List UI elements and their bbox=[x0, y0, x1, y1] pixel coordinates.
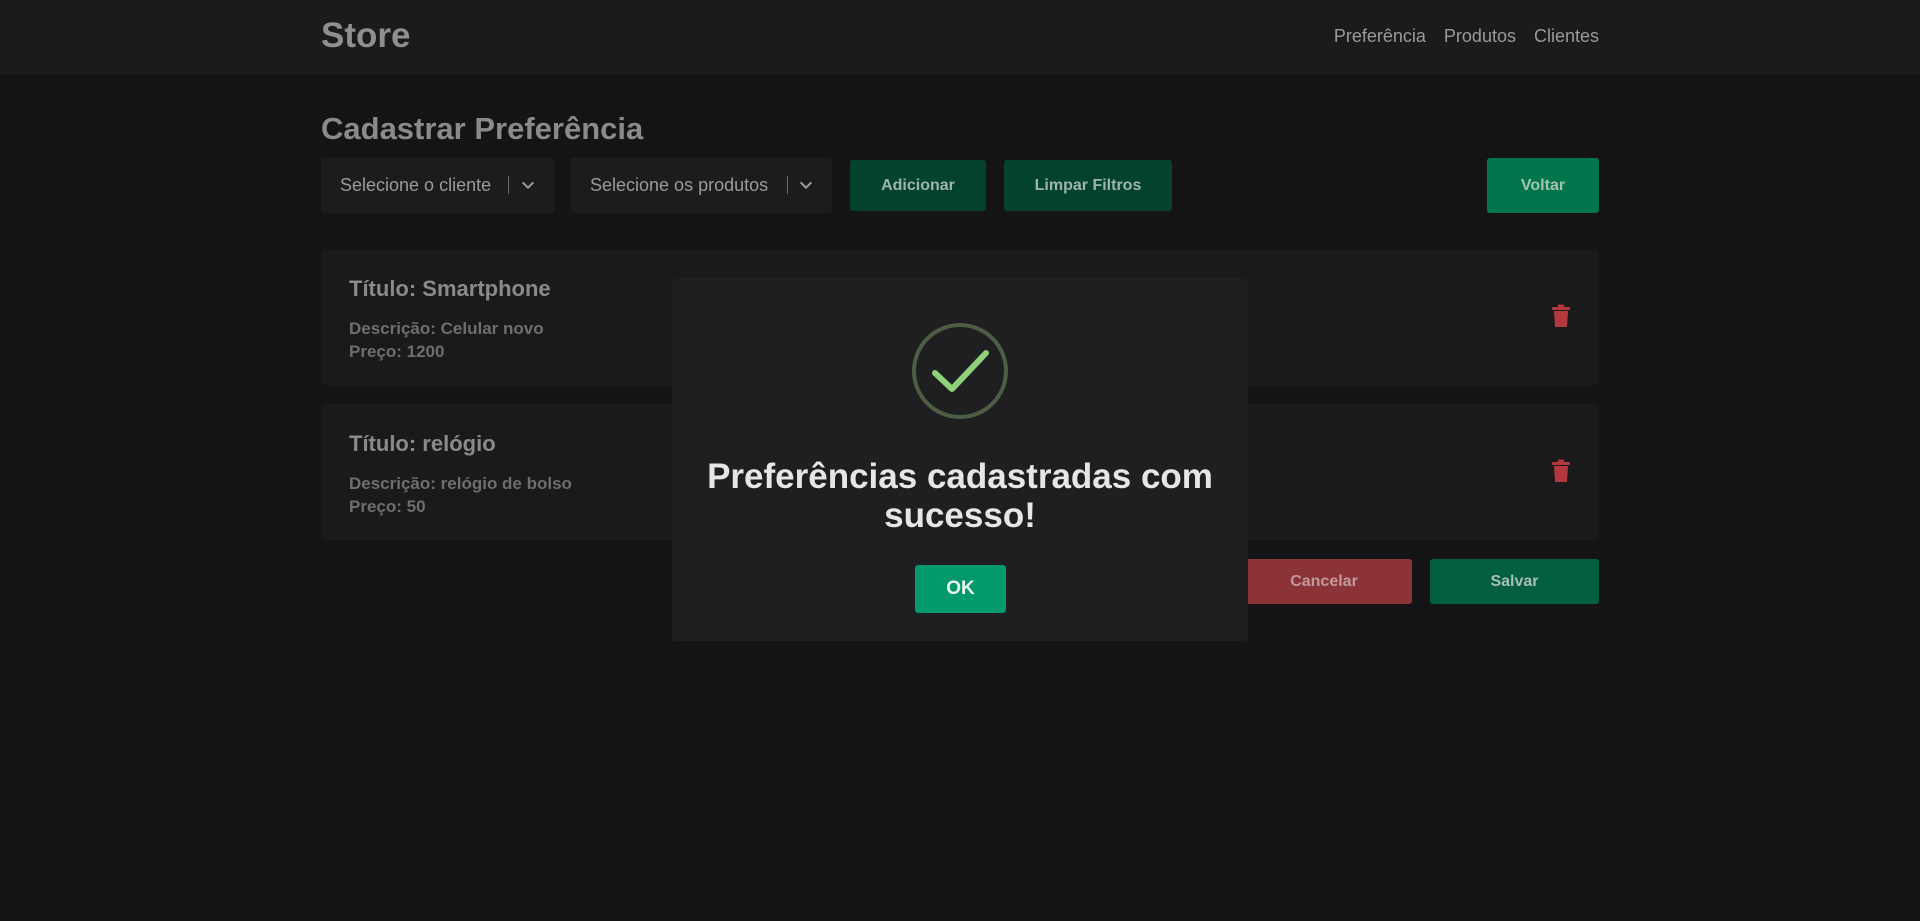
nav-link-produtos[interactable]: Produtos bbox=[1444, 26, 1516, 47]
select-separator bbox=[787, 176, 788, 194]
navbar: Store Preferência Produtos Clientes bbox=[0, 0, 1920, 75]
clear-filters-button[interactable]: Limpar Filtros bbox=[1004, 160, 1172, 211]
success-modal: Preferências cadastradas com sucesso! OK bbox=[672, 278, 1248, 641]
nav-links: Preferência Produtos Clientes bbox=[1334, 26, 1599, 47]
products-select[interactable]: Selecione os produtos bbox=[571, 158, 832, 213]
chevron-down-icon[interactable] bbox=[797, 176, 815, 194]
modal-message: Preferências cadastradas com sucesso! bbox=[707, 457, 1213, 535]
client-select-placeholder: Selecione o cliente bbox=[340, 175, 492, 195]
product-price: Preço: 1200 bbox=[349, 342, 445, 361]
trash-icon[interactable] bbox=[1551, 304, 1571, 328]
nav-link-clientes[interactable]: Clientes bbox=[1534, 26, 1599, 47]
client-select[interactable]: Selecione o cliente bbox=[321, 158, 554, 213]
check-icon bbox=[912, 323, 1008, 419]
product-description: Descrição: relógio de bolso bbox=[349, 474, 572, 493]
brand-logo[interactable]: Store bbox=[321, 16, 410, 56]
cancel-button[interactable]: Cancelar bbox=[1236, 559, 1412, 604]
back-button[interactable]: Voltar bbox=[1487, 158, 1599, 213]
save-button[interactable]: Salvar bbox=[1430, 559, 1599, 604]
add-button[interactable]: Adicionar bbox=[850, 160, 986, 211]
product-price: Preço: 50 bbox=[349, 497, 426, 516]
products-select-placeholder: Selecione os produtos bbox=[590, 175, 769, 195]
nav-link-preferencia[interactable]: Preferência bbox=[1334, 26, 1426, 47]
product-title: Título: Smartphone bbox=[349, 276, 551, 301]
ok-button[interactable]: OK bbox=[915, 565, 1006, 613]
product-title: Título: relógio bbox=[349, 431, 496, 456]
product-description: Descrição: Celular novo bbox=[349, 319, 544, 338]
page-title: Cadastrar Preferência bbox=[321, 111, 644, 146]
trash-icon[interactable] bbox=[1551, 459, 1571, 483]
select-separator bbox=[508, 176, 509, 194]
chevron-down-icon[interactable] bbox=[519, 176, 537, 194]
